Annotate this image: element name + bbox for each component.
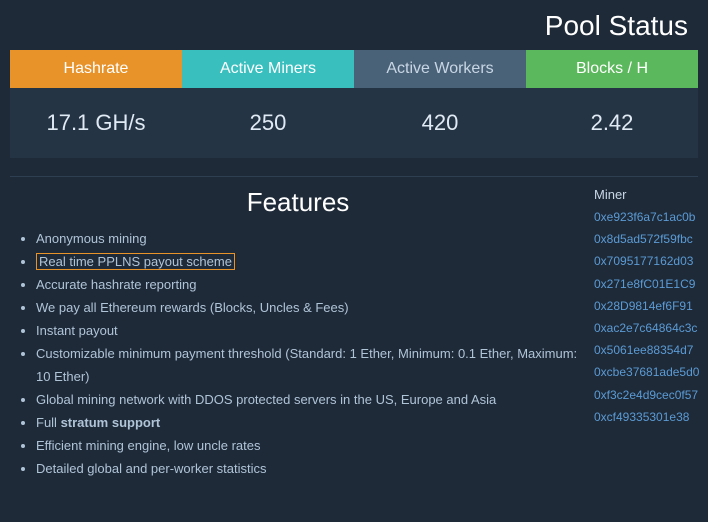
stat-card-hashrate: Hashrate 17.1 GH/s <box>10 50 182 158</box>
list-item: Efficient mining engine, low uncle rates <box>36 435 578 457</box>
list-item: We pay all Ethereum rewards (Blocks, Unc… <box>36 297 578 319</box>
feature-text: Customizable minimum payment threshold (… <box>36 346 577 383</box>
features-right: Miner 0xe923f6a7c1ac0b 0x8d5ad572f59fbc … <box>588 187 708 481</box>
features-list: Anonymous mining Real time PPLNS payout … <box>18 228 578 480</box>
miner-address[interactable]: 0x28D9814ef6F91 <box>594 295 702 317</box>
feature-text: Global mining network with DDOS protecte… <box>36 392 496 407</box>
miner-address[interactable]: 0xe923f6a7c1ac0b <box>594 206 702 228</box>
miners-label: Active Miners <box>182 50 354 88</box>
feature-link-pplns[interactable]: Real time PPLNS payout scheme <box>36 253 235 270</box>
list-item: Global mining network with DDOS protecte… <box>36 389 578 411</box>
features-section: Features Anonymous mining Real time PPLN… <box>0 177 708 481</box>
stat-card-blocks: Blocks / H 2.42 <box>526 50 698 158</box>
list-item: Real time PPLNS payout scheme <box>36 251 578 273</box>
stat-card-miners: Active Miners 250 <box>182 50 354 158</box>
miner-address[interactable]: 0x5061ee88354d7 <box>594 339 702 361</box>
hashrate-label: Hashrate <box>10 50 182 88</box>
miner-address[interactable]: 0xcf49335301e38 <box>594 406 702 428</box>
blocks-value: 2.42 <box>526 88 698 158</box>
feature-bold: stratum support <box>61 415 161 430</box>
workers-value: 420 <box>354 88 526 158</box>
miner-address[interactable]: 0xcbe37681ade5d0 <box>594 361 702 383</box>
list-item: Anonymous mining <box>36 228 578 250</box>
feature-text: Instant payout <box>36 323 118 338</box>
miner-column-header: Miner <box>594 187 702 202</box>
feature-text: Accurate hashrate reporting <box>36 277 196 292</box>
feature-text: Detailed global and per-worker statistic… <box>36 461 267 476</box>
stat-card-workers: Active Workers 420 <box>354 50 526 158</box>
pool-status-header: Pool Status <box>0 0 708 50</box>
workers-label: Active Workers <box>354 50 526 88</box>
blocks-label: Blocks / H <box>526 50 698 88</box>
list-item: Instant payout <box>36 320 578 342</box>
hashrate-value: 17.1 GH/s <box>10 88 182 158</box>
list-item: Full stratum support <box>36 412 578 434</box>
feature-text: Efficient mining engine, low uncle rates <box>36 438 261 453</box>
feature-text: Anonymous mining <box>36 231 147 246</box>
miner-address[interactable]: 0x271e8fC01E1C9 <box>594 273 702 295</box>
list-item: Accurate hashrate reporting <box>36 274 578 296</box>
feature-text: We pay all Ethereum rewards (Blocks, Unc… <box>36 300 349 315</box>
page-title: Pool Status <box>20 10 688 42</box>
miners-value: 250 <box>182 88 354 158</box>
miner-address[interactable]: 0xf3c2e4d9cec0f57 <box>594 384 702 406</box>
miner-address[interactable]: 0x7095177162d03 <box>594 250 702 272</box>
miner-address[interactable]: 0x8d5ad572f59fbc <box>594 228 702 250</box>
stats-row: Hashrate 17.1 GH/s Active Miners 250 Act… <box>0 50 708 158</box>
features-left: Features Anonymous mining Real time PPLN… <box>0 187 588 481</box>
list-item: Customizable minimum payment threshold (… <box>36 343 578 387</box>
features-title: Features <box>18 187 578 218</box>
list-item: Detailed global and per-worker statistic… <box>36 458 578 480</box>
feature-text: Full stratum support <box>36 415 160 430</box>
miner-address[interactable]: 0xac2e7c64864c3c <box>594 317 702 339</box>
